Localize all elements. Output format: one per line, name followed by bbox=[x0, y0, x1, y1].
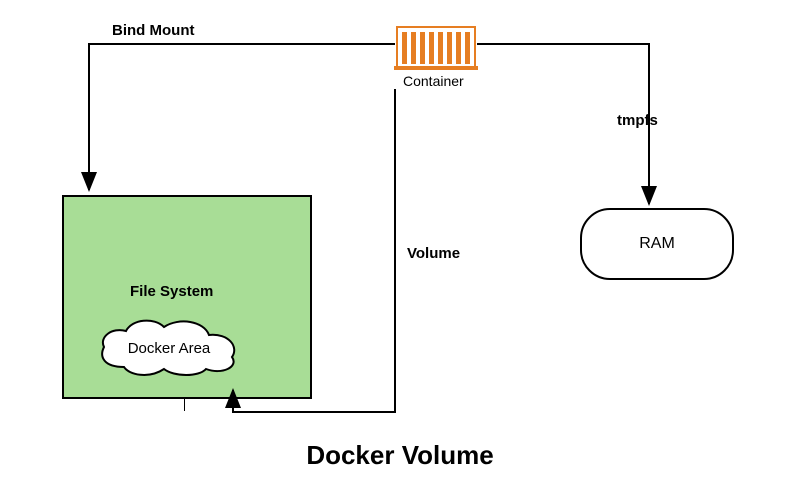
volume-label: Volume bbox=[407, 245, 460, 262]
docker-area-cloud: Docker Area bbox=[94, 317, 244, 377]
container-icon bbox=[396, 26, 476, 70]
diagram-canvas: Container Bind Mount tmpfs Volume File S… bbox=[0, 0, 800, 500]
tmpfs-label: tmpfs bbox=[617, 112, 658, 129]
fs-tick bbox=[184, 397, 185, 411]
ram-label: RAM bbox=[639, 235, 675, 253]
bind-mount-label: Bind Mount bbox=[112, 22, 194, 39]
container-base bbox=[394, 66, 478, 70]
docker-area-label: Docker Area bbox=[128, 340, 211, 357]
filesystem-label: File System bbox=[130, 283, 213, 300]
container-label: Container bbox=[403, 73, 464, 89]
diagram-title: Docker Volume bbox=[0, 440, 800, 471]
ram-capsule: RAM bbox=[580, 208, 734, 280]
